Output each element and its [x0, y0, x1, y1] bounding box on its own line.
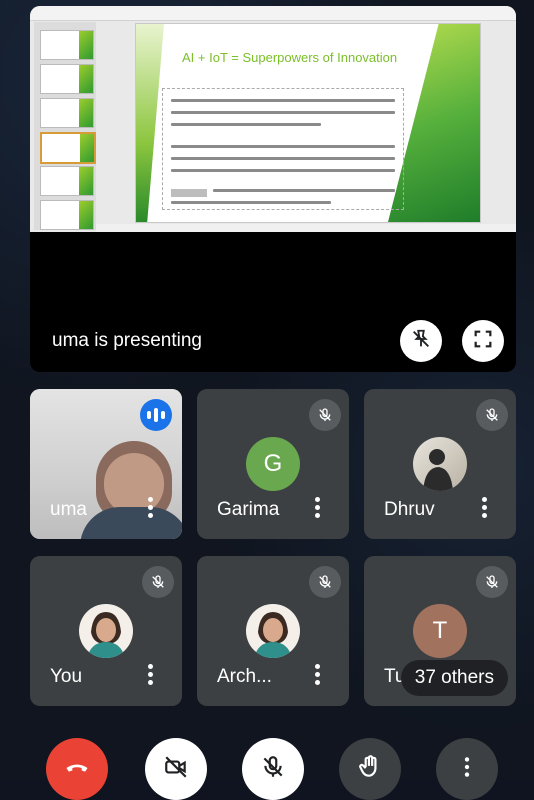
slide-decoration-left: [136, 24, 164, 222]
mic-off-icon: [260, 754, 286, 785]
participant-tile-you[interactable]: You: [30, 556, 182, 706]
more-vert-icon: [454, 754, 480, 785]
end-call-button[interactable]: [46, 738, 108, 800]
slide-thumbnails: [34, 22, 96, 230]
avatar: [79, 604, 133, 658]
slide-thumbnail: [40, 166, 94, 196]
speaking-indicator-icon: [140, 399, 172, 431]
participant-name: Dhruv: [384, 499, 435, 520]
mic-muted-icon: [309, 566, 341, 598]
avatar: G: [246, 437, 300, 491]
slide-title: AI + IoT = Superpowers of Innovation: [182, 50, 398, 65]
current-slide: AI + IoT = Superpowers of Innovation: [136, 24, 480, 222]
avatar: [246, 604, 300, 658]
participant-name: Arch...: [217, 666, 272, 687]
phone-hangup-icon: [63, 753, 91, 786]
participant-tile-arch[interactable]: Arch...: [197, 556, 349, 706]
pin-off-icon: [410, 328, 432, 355]
camera-toggle-button[interactable]: [145, 738, 207, 800]
participant-name: Garima: [217, 499, 280, 520]
participant-name: uma: [50, 499, 87, 520]
pin-button[interactable]: [400, 320, 442, 362]
more-options-icon[interactable]: [315, 664, 321, 686]
mic-muted-icon: [476, 566, 508, 598]
more-options-icon[interactable]: [315, 497, 321, 519]
slide-text-box: [162, 88, 404, 210]
app-statusbar: [96, 224, 516, 232]
camera-off-icon: [163, 754, 189, 785]
shared-screen: AI + IoT = Superpowers of Innovation: [30, 6, 516, 232]
mic-muted-icon: [476, 399, 508, 431]
participant-tile-garima[interactable]: G Garima: [197, 389, 349, 539]
mic-muted-icon: [142, 566, 174, 598]
others-count-badge[interactable]: 37 others: [400, 660, 508, 696]
more-options-icon[interactable]: [148, 664, 154, 686]
presenting-label: uma is presenting: [52, 330, 202, 351]
mic-muted-icon: [309, 399, 341, 431]
slide-thumbnail: [40, 200, 94, 230]
presentation-stage[interactable]: AI + IoT = Superpowers of Innovation uma…: [30, 6, 516, 372]
slide-thumbnail: [40, 30, 94, 60]
participant-name: You: [50, 666, 83, 687]
fullscreen-button[interactable]: [462, 320, 504, 362]
slide-thumbnail-selected: [40, 132, 96, 164]
avatar: T: [413, 604, 467, 658]
raise-hand-button[interactable]: [339, 738, 401, 800]
more-options-icon[interactable]: [482, 497, 488, 519]
participant-tile-dhruv[interactable]: Dhruv: [364, 389, 516, 539]
avatar: [413, 437, 467, 491]
more-options-button[interactable]: [436, 738, 498, 800]
raise-hand-icon: [357, 754, 383, 785]
fullscreen-icon: [472, 328, 494, 355]
app-toolbar: [30, 6, 516, 21]
slide-thumbnail: [40, 64, 94, 94]
mic-toggle-button[interactable]: [242, 738, 304, 800]
participant-tile-uma[interactable]: uma: [30, 389, 182, 539]
participant-tile-others[interactable]: T Tu 37 others: [364, 556, 516, 706]
slide-thumbnail: [40, 98, 94, 128]
more-options-icon[interactable]: [148, 497, 154, 519]
